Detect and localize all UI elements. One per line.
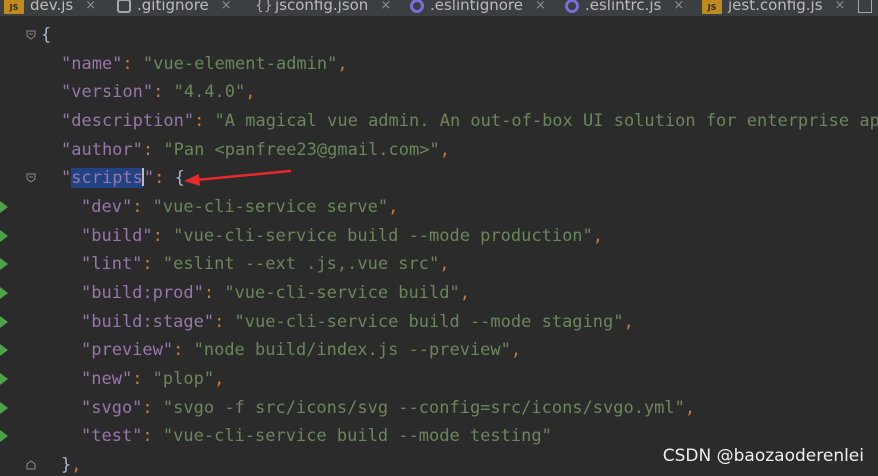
annotation-arrow bbox=[184, 169, 292, 186]
watermark-text: CSDN @baozaoderenlei bbox=[662, 446, 864, 466]
